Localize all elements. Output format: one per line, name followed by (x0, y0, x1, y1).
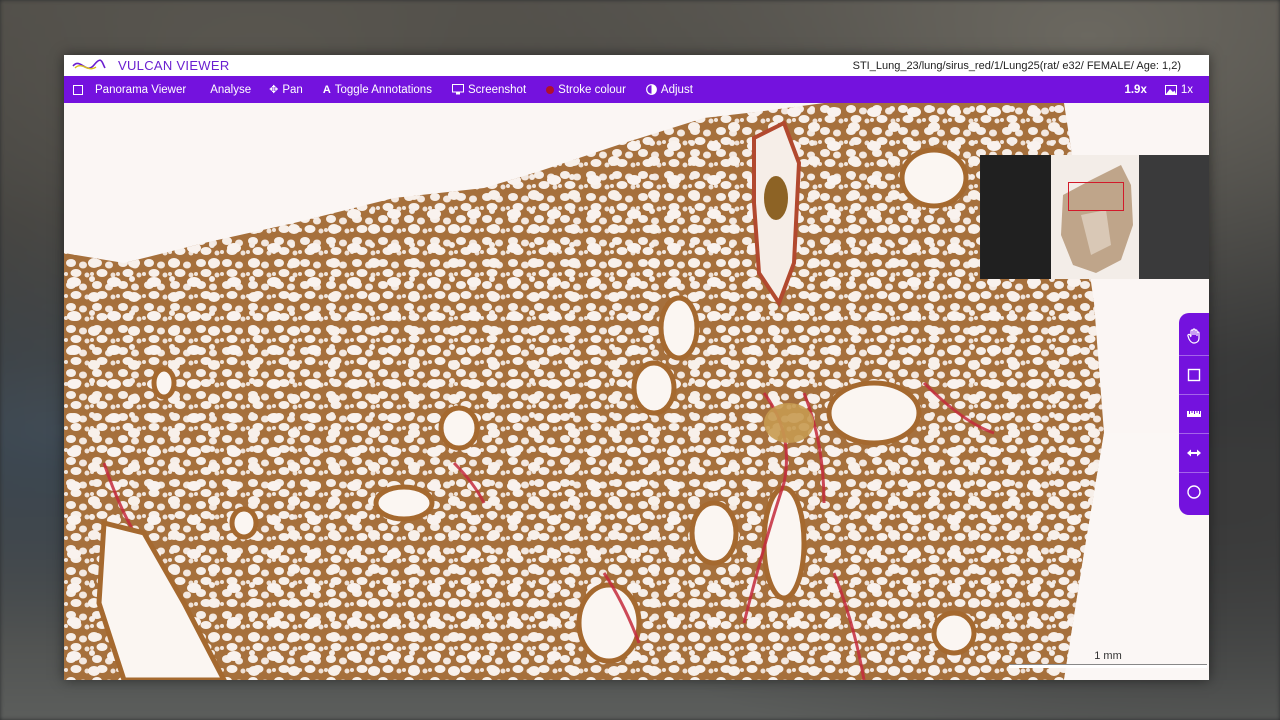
screenshot-button[interactable]: Screenshot (451, 83, 527, 96)
hand-icon (1187, 328, 1200, 344)
toggle-annotations-label: Toggle Annotations (334, 83, 432, 96)
circle-icon (1187, 485, 1201, 499)
ruler-tool-button[interactable] (1179, 395, 1209, 434)
monitor-icon (451, 84, 464, 95)
hand-tool-button[interactable] (1179, 317, 1209, 356)
toggle-annotations-button[interactable]: A Toggle Annotations (323, 84, 432, 96)
resolution-label: 1x (1180, 83, 1193, 96)
vulcan-logo-icon (72, 58, 106, 69)
stroke-colour-button[interactable]: Stroke colour (546, 84, 626, 96)
double-arrow-icon (1187, 449, 1201, 457)
minimap-viewport-rect[interactable] (1068, 182, 1124, 211)
app-title: VULCAN VIEWER (118, 58, 230, 73)
ruler-icon (1187, 411, 1201, 417)
viewer-window: VULCAN VIEWER STI_Lung_23/lung/sirus_red… (64, 55, 1209, 680)
minimap-left-panel (981, 155, 1051, 279)
adjust-button[interactable]: Adjust (646, 84, 693, 96)
font-icon: A (322, 83, 331, 96)
contrast-icon (646, 84, 657, 95)
minimap-thumbnail[interactable] (1051, 155, 1139, 279)
adjust-label: Adjust (660, 83, 693, 96)
minimap-tissue-icon (1061, 165, 1133, 273)
minimap-right-panel (1139, 155, 1209, 279)
panorama-viewer-label: Panorama Viewer (95, 83, 187, 96)
stroke-colour-label: Stroke colour (558, 83, 626, 96)
resolution-button[interactable]: 1x (1164, 83, 1193, 96)
image-icon (1164, 84, 1177, 95)
file-path: STI_Lung_23/lung/sirus_red/1/Lung25(rat/… (852, 59, 1181, 72)
screenshot-label: Screenshot (467, 83, 527, 96)
title-bar: VULCAN VIEWER STI_Lung_23/lung/sirus_red… (64, 55, 1209, 76)
zoom-level[interactable]: 1.9x (1124, 84, 1146, 96)
panorama-viewer-button[interactable]: Panorama Viewer (95, 84, 186, 96)
pan-label: Pan (282, 83, 303, 96)
slide-canvas[interactable]: 1 mm (64, 103, 1209, 680)
analyse-button[interactable]: Analyse (210, 84, 251, 96)
scale-bar-line (1009, 664, 1207, 668)
panorama-checkbox[interactable] (73, 84, 83, 95)
move-icon: ✥ (269, 84, 279, 96)
stroke-colour-swatch-icon (546, 85, 555, 94)
annotation-toolstrip (1179, 313, 1209, 515)
main-toolbar: Panorama Viewer Analyse ✥ Pan A Toggle A… (64, 76, 1209, 103)
minimap[interactable] (980, 155, 1209, 279)
analyse-label: Analyse (210, 83, 252, 96)
measure-tool-button[interactable] (1179, 434, 1209, 473)
pan-button[interactable]: ✥ Pan (269, 83, 303, 97)
circle-tool-button[interactable] (1179, 473, 1209, 511)
scale-bar-label: 1 mm (1094, 650, 1122, 662)
rectangle-tool-button[interactable] (1179, 356, 1209, 395)
scale-bar: 1 mm (1009, 650, 1207, 668)
square-icon (1187, 368, 1201, 382)
